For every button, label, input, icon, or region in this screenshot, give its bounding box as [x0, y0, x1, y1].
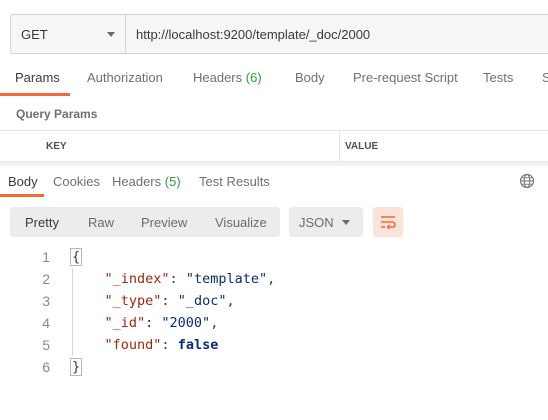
- code-line: 6 }: [0, 356, 548, 378]
- wrap-lines-icon: [381, 216, 396, 230]
- query-params-table: KEY VALUE: [0, 130, 548, 162]
- json-value: false: [177, 337, 219, 353]
- code-text: }: [70, 356, 83, 378]
- code-text: "_type": "_doc",: [104, 293, 235, 309]
- response-tab-test-results[interactable]: Test Results: [199, 174, 270, 189]
- line-number: 3: [42, 293, 50, 309]
- code-line: 2 "_index": "template",: [0, 268, 548, 290]
- url-input[interactable]: http://localhost:9200/template/_doc/2000: [126, 15, 370, 53]
- language-select-label: JSON: [299, 214, 334, 230]
- raw-button[interactable]: Raw: [88, 207, 114, 237]
- json-value: "template": [185, 271, 268, 287]
- tab-authorization[interactable]: Authorization: [87, 70, 163, 85]
- response-active-tab-indicator: [0, 194, 44, 197]
- postman-window: GET http://localhost:9200/template/_doc/…: [0, 0, 548, 420]
- active-tab-indicator: [0, 93, 70, 96]
- format-toggle-group: Pretty Raw Preview Visualize: [10, 207, 280, 237]
- json-value: "2000": [161, 315, 211, 331]
- wrap-lines-button[interactable]: [373, 207, 403, 237]
- line-number: 4: [42, 315, 50, 331]
- pretty-button[interactable]: Pretty: [25, 207, 59, 237]
- query-params-title: Query Params: [16, 107, 98, 121]
- line-number: 2: [42, 271, 50, 287]
- json-key: "_type": [104, 293, 162, 309]
- method-label: GET: [21, 26, 48, 42]
- tab-settings[interactable]: S: [542, 70, 548, 85]
- line-number: 1: [42, 249, 50, 265]
- tab-body[interactable]: Body: [295, 70, 325, 85]
- tab-prerequest-script[interactable]: Pre-request Script: [353, 70, 458, 85]
- code-text: "found": false: [104, 337, 219, 353]
- tab-headers[interactable]: Headers (6): [193, 70, 262, 85]
- code-text: "_index": "template",: [104, 271, 276, 287]
- tab-tests[interactable]: Tests: [483, 70, 513, 85]
- visualize-button[interactable]: Visualize: [215, 207, 267, 237]
- code-text: {: [70, 246, 83, 268]
- code-line: 3 "_type": "_doc",: [0, 290, 548, 312]
- close-brace: }: [70, 358, 83, 376]
- method-select[interactable]: GET: [11, 15, 126, 53]
- request-bar: GET http://localhost:9200/template/_doc/…: [10, 14, 548, 54]
- language-select[interactable]: JSON: [289, 207, 363, 237]
- tab-params[interactable]: Params: [15, 70, 60, 85]
- response-tab-headers-label: Headers: [112, 174, 162, 189]
- response-tab-body[interactable]: Body: [8, 174, 38, 189]
- tab-headers-label: Headers: [193, 70, 243, 85]
- json-key: "_index": [104, 271, 170, 287]
- code-text: "_id": "2000",: [104, 315, 219, 331]
- key-column-header: KEY: [0, 131, 340, 161]
- open-brace: {: [70, 248, 83, 266]
- value-column-header: VALUE: [345, 140, 379, 152]
- chevron-down-icon: [342, 219, 350, 225]
- response-tab-cookies[interactable]: Cookies: [53, 174, 100, 189]
- json-key: "found": [104, 337, 162, 353]
- response-tab-headers-count: (5): [164, 174, 181, 189]
- line-number: 5: [42, 337, 50, 353]
- tab-headers-count: (6): [245, 70, 262, 85]
- preview-button[interactable]: Preview: [141, 207, 187, 237]
- chevron-down-icon: [107, 31, 115, 37]
- code-line: 4 "_id": "2000",: [0, 312, 548, 334]
- code-line: 5 "found": false: [0, 334, 548, 356]
- request-tabs: Params Authorization Headers (6) Body Pr…: [0, 70, 548, 96]
- response-tab-headers[interactable]: Headers (5): [112, 174, 181, 189]
- json-key: "_id": [104, 315, 146, 331]
- globe-icon[interactable]: [519, 173, 535, 189]
- code-line: 1 {: [0, 246, 548, 268]
- line-number: 6: [42, 359, 50, 375]
- json-value: "_doc": [177, 293, 227, 309]
- pane-splitter[interactable]: [0, 162, 548, 166]
